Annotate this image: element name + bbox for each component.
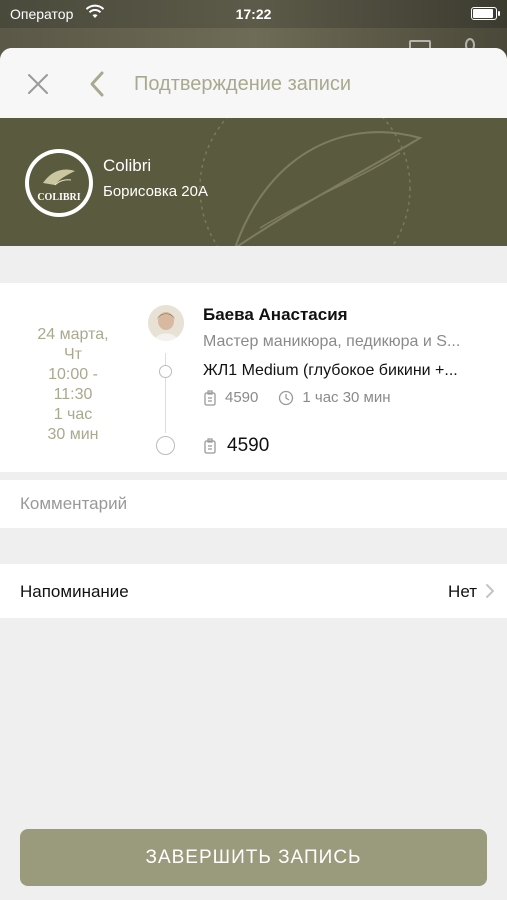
- salon-header: COLIBRI Colibri Борисовка 20А: [0, 118, 507, 246]
- reminder-value: Нет: [448, 582, 477, 601]
- finish-booking-button[interactable]: ЗАВЕРШИТЬ ЗАПИСЬ: [20, 829, 487, 886]
- time-end: 11:30: [53, 386, 93, 403]
- master-name: Баева Анастасия: [203, 305, 348, 324]
- reminder-label: Напоминание: [20, 582, 129, 601]
- time-start: 10:00 -: [48, 366, 98, 383]
- close-icon[interactable]: [26, 72, 50, 96]
- confirmation-sheet: Подтверждение записи COLIBRI Colibri Бор…: [0, 48, 507, 900]
- weekday-line: Чт: [64, 346, 82, 363]
- leaf-watermark: [199, 118, 423, 246]
- battery-icon: [471, 7, 500, 20]
- total-price: 4590: [203, 435, 269, 457]
- price-tag-icon: [204, 389, 216, 406]
- service-duration: 1 час 30 мин: [302, 389, 391, 406]
- appointment-card: 24 марта, Чт 10:00 - 11:30 1 час 30 мин …: [0, 283, 507, 472]
- appointment-datetime: 24 марта, Чт 10:00 - 11:30 1 час 30 мин: [18, 325, 128, 445]
- comment-placeholder: Комментарий: [20, 494, 128, 513]
- status-time: 17:22: [235, 6, 272, 22]
- status-bar: Оператор 17:22: [0, 0, 507, 28]
- reminder-row[interactable]: Напоминание Нет: [0, 564, 507, 618]
- avatar: [148, 305, 184, 341]
- price-tag-icon: [204, 438, 216, 454]
- salon-name: Colibri: [103, 156, 152, 175]
- master-role: Мастер маникюра, педикюра и S...: [203, 333, 461, 350]
- total-dot: [156, 436, 175, 455]
- date-line: 24 марта,: [37, 326, 109, 343]
- chevron-right-icon: [486, 584, 494, 598]
- clock-icon: [279, 390, 294, 405]
- total-price-value: 4590: [227, 435, 270, 456]
- logo-text: COLIBRI: [37, 192, 81, 203]
- salon-address: Борисовка 20А: [103, 183, 208, 200]
- page-title: Подтверждение записи: [134, 73, 352, 95]
- hummingbird-icon: [43, 169, 75, 186]
- battery-level: [473, 9, 493, 18]
- salon-logo: COLIBRI: [25, 149, 93, 217]
- service-price: 4590: [225, 389, 259, 406]
- service-name: ЖЛ1 Medium (глубокое бикини +...: [203, 362, 458, 379]
- duration-hours: 1 час: [53, 406, 93, 423]
- duration-minutes: 30 мин: [47, 426, 99, 443]
- navbar: Подтверждение записи: [0, 48, 507, 118]
- service-dot: [159, 365, 172, 378]
- comment-field[interactable]: Комментарий: [0, 480, 507, 528]
- service-meta: 4590 1 час 30 мин: [203, 389, 391, 406]
- chevron-left-icon[interactable]: [88, 70, 106, 98]
